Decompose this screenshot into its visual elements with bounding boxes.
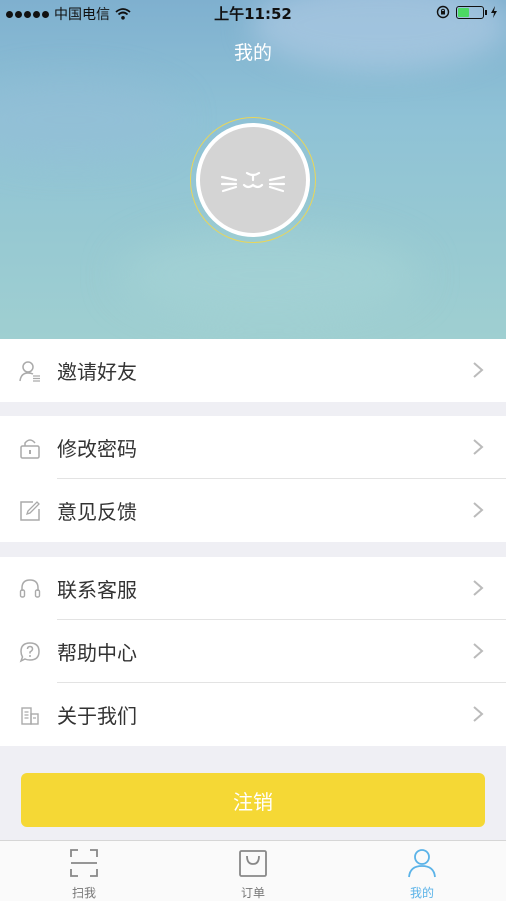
scan-icon <box>70 849 98 877</box>
edit-icon <box>20 501 40 521</box>
tab-label: 我的 <box>409 886 434 900</box>
chevron-right-icon <box>473 580 484 596</box>
logout-button[interactable]: 注销 <box>21 773 485 827</box>
menu-label: 联系客服 <box>57 578 137 602</box>
profile-header: 中国电信 上午11:52 我的 <box>0 0 506 339</box>
menu-item-help-center[interactable]: 帮助中心 <box>0 620 506 683</box>
status-bar: 中国电信 上午11:52 <box>0 0 506 26</box>
headset-icon <box>19 579 41 598</box>
chevron-right-icon <box>473 706 484 722</box>
help-icon <box>19 642 40 663</box>
avatar[interactable] <box>196 123 310 237</box>
menu-item-about-us[interactable]: 关于我们 <box>0 683 506 746</box>
shopping-bag-icon <box>239 850 267 877</box>
cat-face-icon <box>220 171 286 193</box>
chevron-right-icon <box>473 643 484 659</box>
menu-item-contact-service[interactable]: 联系客服 <box>0 557 506 620</box>
menu-item-invite[interactable]: 邀请好友 <box>0 339 506 402</box>
menu-label: 邀请好友 <box>57 360 137 384</box>
invite-friend-icon <box>19 361 40 382</box>
chevron-right-icon <box>473 439 484 455</box>
menu-item-change-password[interactable]: 修改密码 <box>0 416 506 479</box>
menu-item-feedback[interactable]: 意见反馈 <box>0 479 506 542</box>
tab-scan[interactable]: 扫我 <box>0 841 168 901</box>
menu-label: 关于我们 <box>57 704 137 728</box>
person-icon <box>408 849 436 878</box>
tab-mine[interactable]: 我的 <box>338 841 506 901</box>
building-icon <box>21 707 39 725</box>
tab-bar: 扫我 订单 我的 <box>0 840 506 901</box>
tab-label: 订单 <box>240 886 265 900</box>
menu-group-account: 修改密码 意见反馈 <box>0 416 506 542</box>
page-title: 我的 <box>233 42 272 64</box>
menu-group-support: 联系客服 帮助中心 关于我们 <box>0 557 506 746</box>
tab-orders[interactable]: 订单 <box>169 841 337 901</box>
clock: 上午11:52 <box>214 5 292 23</box>
battery-icon <box>456 5 487 19</box>
chevron-right-icon <box>473 502 484 518</box>
chevron-right-icon <box>473 362 484 378</box>
menu-label: 修改密码 <box>57 437 137 461</box>
menu-label: 意见反馈 <box>57 500 137 524</box>
menu-label: 帮助中心 <box>57 641 137 665</box>
lock-icon <box>20 439 40 459</box>
charging-icon <box>491 6 497 18</box>
rotation-lock-icon <box>436 5 450 19</box>
tab-label: 扫我 <box>71 886 96 900</box>
menu-group-invite: 邀请好友 <box>0 339 506 402</box>
